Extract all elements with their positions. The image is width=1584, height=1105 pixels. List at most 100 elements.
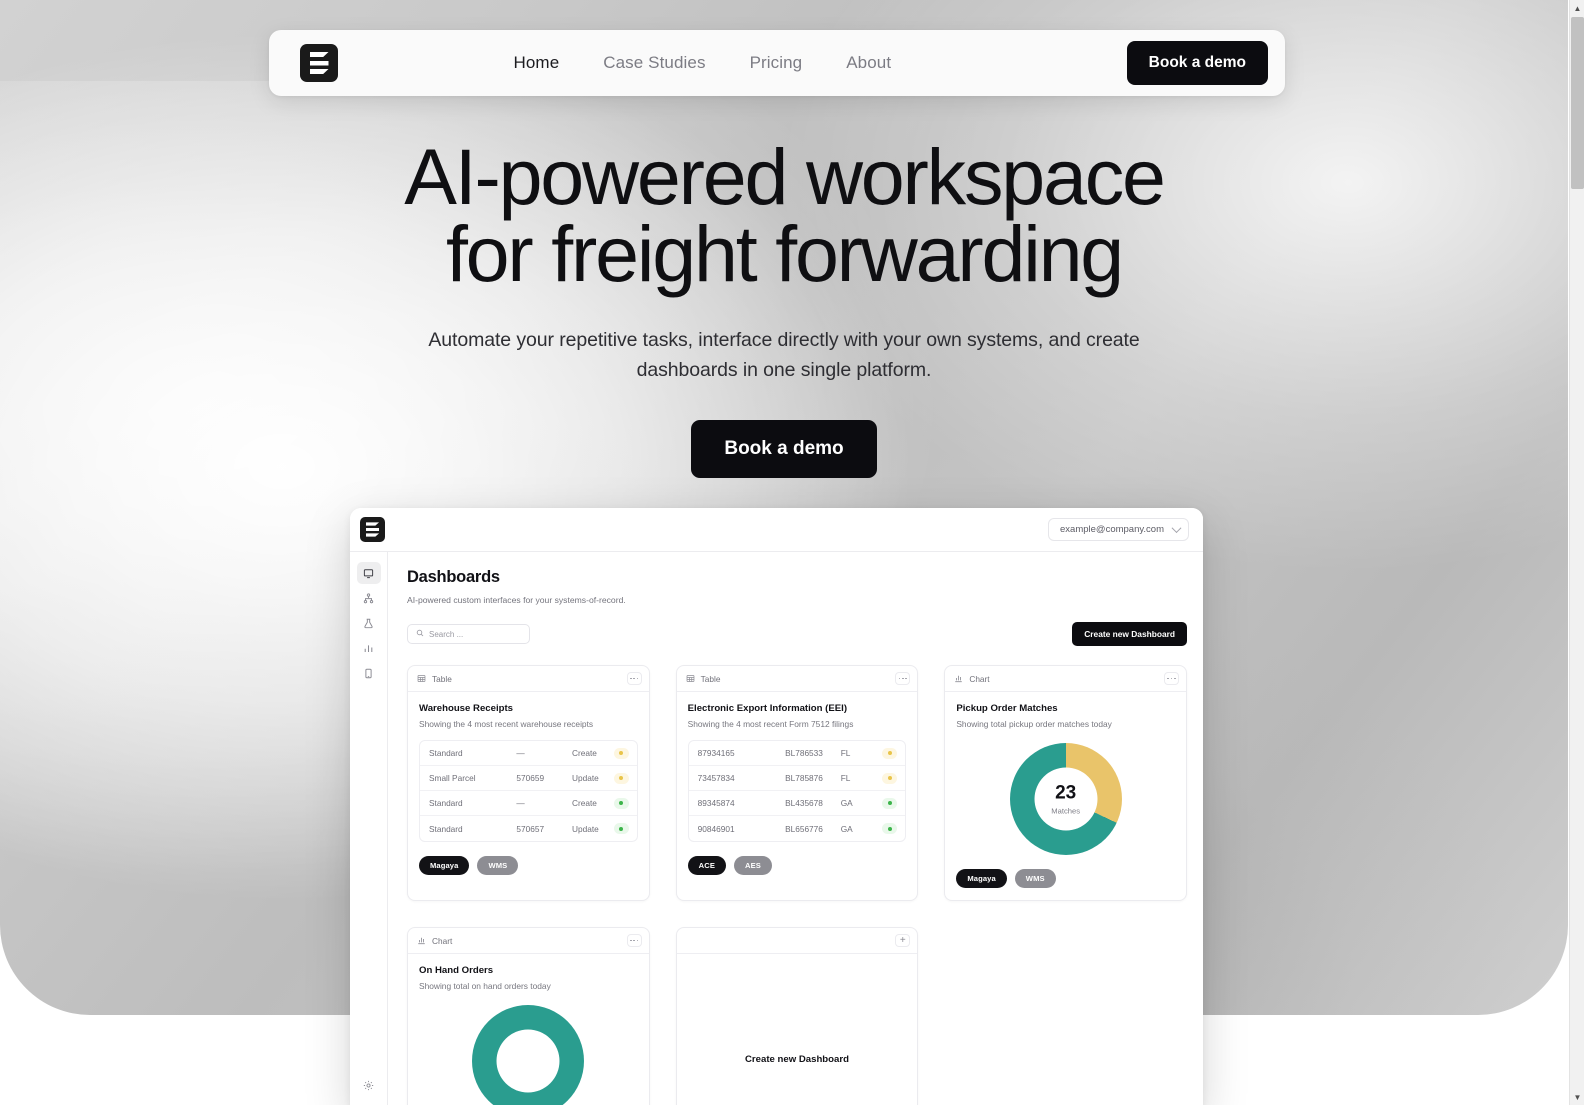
card-body: On Hand Orders Showing total on hand ord… (408, 954, 649, 1105)
page-root: Home Case Studies Pricing About Book a d… (0, 0, 1584, 1105)
donut-center (496, 1029, 560, 1093)
scrollbar-thumb[interactable] (1571, 17, 1584, 189)
create-new-dashboard-button[interactable]: Create new Dashboard (1072, 622, 1187, 646)
device-icon (363, 668, 374, 679)
sidebar-item-monitor[interactable] (356, 562, 381, 584)
eei-table: 87934165 BL786533 FL 73457834 BL785876 F… (687, 740, 907, 842)
nav-link-about[interactable]: About (846, 53, 891, 73)
flask-icon (363, 618, 374, 629)
chart-icon (954, 670, 963, 688)
app-main-content: Dashboards AI-powered custom interfaces … (388, 552, 1203, 1105)
nav-link-pricing[interactable]: Pricing (750, 53, 803, 73)
table-icon (417, 670, 426, 688)
cell-number: 570657 (516, 823, 545, 834)
card-title: Pickup Order Matches (956, 703, 1058, 714)
tag-magaya[interactable]: Magaya (956, 869, 1007, 888)
table-row[interactable]: Standard — Create (420, 791, 637, 816)
tag-ace[interactable]: ACE (687, 856, 726, 875)
cell-id: 90846901 (697, 823, 735, 834)
tag-wms[interactable]: WMS (1014, 869, 1056, 888)
scroll-down-arrow-icon[interactable]: ▼ (1570, 1089, 1584, 1105)
cell-type: Standard (429, 748, 463, 758)
table-row[interactable]: Standard — Create (420, 741, 637, 766)
brand-logo-icon[interactable] (300, 44, 338, 82)
card-header: Table (408, 666, 649, 692)
cell-id: 89345874 (697, 798, 735, 808)
cell-state: GA (840, 823, 853, 834)
card-body: Electronic Export Information (EEI) Show… (677, 692, 918, 900)
card-title: Electronic Export Information (EEI) (687, 703, 848, 714)
search-input[interactable]: Search ... (407, 624, 530, 644)
sidebar-item-device[interactable] (357, 662, 381, 684)
dashboards-page-title: Dashboards (407, 568, 500, 586)
sidebar-item-settings[interactable] (357, 1074, 381, 1096)
nav-link-case-studies[interactable]: Case Studies (603, 53, 705, 73)
account-dropdown[interactable]: example@company.com (1048, 518, 1189, 541)
account-email-label: example@company.com (1060, 524, 1164, 535)
table-row[interactable]: 73457834 BL785876 FL (688, 766, 906, 791)
cell-type: Small Parcel (429, 773, 476, 783)
app-body: Dashboards AI-powered custom interfaces … (350, 552, 1203, 1105)
nav-book-demo-button[interactable]: Book a demo (1126, 41, 1268, 85)
hero-book-demo-button[interactable]: Book a demo (691, 420, 877, 479)
cell-action: Update (572, 823, 599, 834)
card-tags: ACE AES (687, 856, 907, 875)
dashboard-card-create-new[interactable]: + Create new Dashboard (675, 927, 919, 1105)
card-menu-button[interactable] (626, 934, 642, 947)
tag-magaya[interactable]: Magaya (419, 856, 470, 875)
card-tags: Magaya WMS (419, 856, 638, 875)
status-badge (882, 823, 898, 834)
dashboard-card-pickup-order-matches[interactable]: Chart Pickup Order Matches Showing total… (944, 665, 1187, 901)
cell-bl: BL786533 (785, 748, 823, 758)
cell-type: Standard (429, 798, 463, 808)
cell-action: Create (572, 798, 597, 808)
cell-id: 87934165 (697, 748, 735, 758)
chevron-down-icon (1171, 523, 1182, 534)
cell-action: Update (572, 773, 599, 783)
scroll-up-arrow-icon[interactable]: ▲ (1570, 0, 1584, 16)
card-body: Warehouse Receipts Showing the 4 most re… (408, 692, 649, 900)
plus-icon[interactable]: + (895, 934, 911, 947)
status-badge (882, 747, 898, 759)
card-description: Showing the 4 most recent warehouse rece… (419, 719, 594, 729)
card-menu-button[interactable] (626, 672, 642, 685)
dashboard-card-eei[interactable]: Table Electronic Export Information (EEI… (675, 665, 919, 901)
status-badge (882, 797, 898, 809)
hero-subtitle-line-2: dashboards in one single platform. (636, 358, 932, 381)
dashboard-card-warehouse-receipts[interactable]: Table Warehouse Receipts Showing the 4 m… (407, 665, 650, 901)
card-menu-button[interactable] (1164, 672, 1179, 685)
card-description: Showing total on hand orders today (419, 981, 551, 991)
browser-scrollbar[interactable]: ▲ ▼ (1569, 0, 1584, 1105)
card-title: Warehouse Receipts (419, 703, 514, 714)
table-row[interactable]: Small Parcel 570659 Update (420, 766, 637, 791)
donut-center: 23 Matches (1034, 767, 1098, 831)
card-menu-button[interactable] (895, 672, 911, 685)
app-logo-icon[interactable] (360, 517, 385, 542)
donut-value: 23 (1055, 782, 1077, 803)
chart-icon (417, 932, 426, 950)
dashboard-card-on-hand-orders[interactable]: Chart On Hand Orders Showing total on ha… (407, 927, 650, 1105)
nav-link-home[interactable]: Home (514, 53, 560, 73)
bar-chart-icon (363, 643, 374, 654)
card-type-label: Chart (432, 935, 453, 946)
table-row[interactable]: 90846901 BL656776 GA (689, 816, 906, 841)
status-badge (613, 823, 629, 834)
status-badge (613, 772, 629, 784)
sidebar-item-bar-chart[interactable] (357, 637, 381, 659)
dashboards-toolbar: Search ... Create new Dashboard (407, 622, 1187, 646)
cell-type: Standard (429, 823, 463, 834)
hierarchy-icon (363, 592, 374, 604)
cell-bl: BL435678 (785, 798, 823, 808)
sidebar-item-hierarchy[interactable] (357, 587, 381, 609)
tag-wms[interactable]: WMS (477, 856, 519, 875)
cell-action: Create (572, 748, 597, 758)
donut-label: Matches (1051, 806, 1080, 815)
table-row[interactable]: 87934165 BL786533 FL (688, 741, 906, 766)
sidebar-item-flask[interactable] (357, 612, 381, 634)
tag-aes[interactable]: AES (734, 856, 772, 875)
cell-state: FL (840, 748, 851, 758)
table-row[interactable]: 89345874 BL435678 GA (688, 791, 906, 816)
logo-bar-top (309, 52, 329, 57)
status-badge (613, 797, 629, 809)
table-row[interactable]: Standard 570657 Update (420, 816, 637, 841)
